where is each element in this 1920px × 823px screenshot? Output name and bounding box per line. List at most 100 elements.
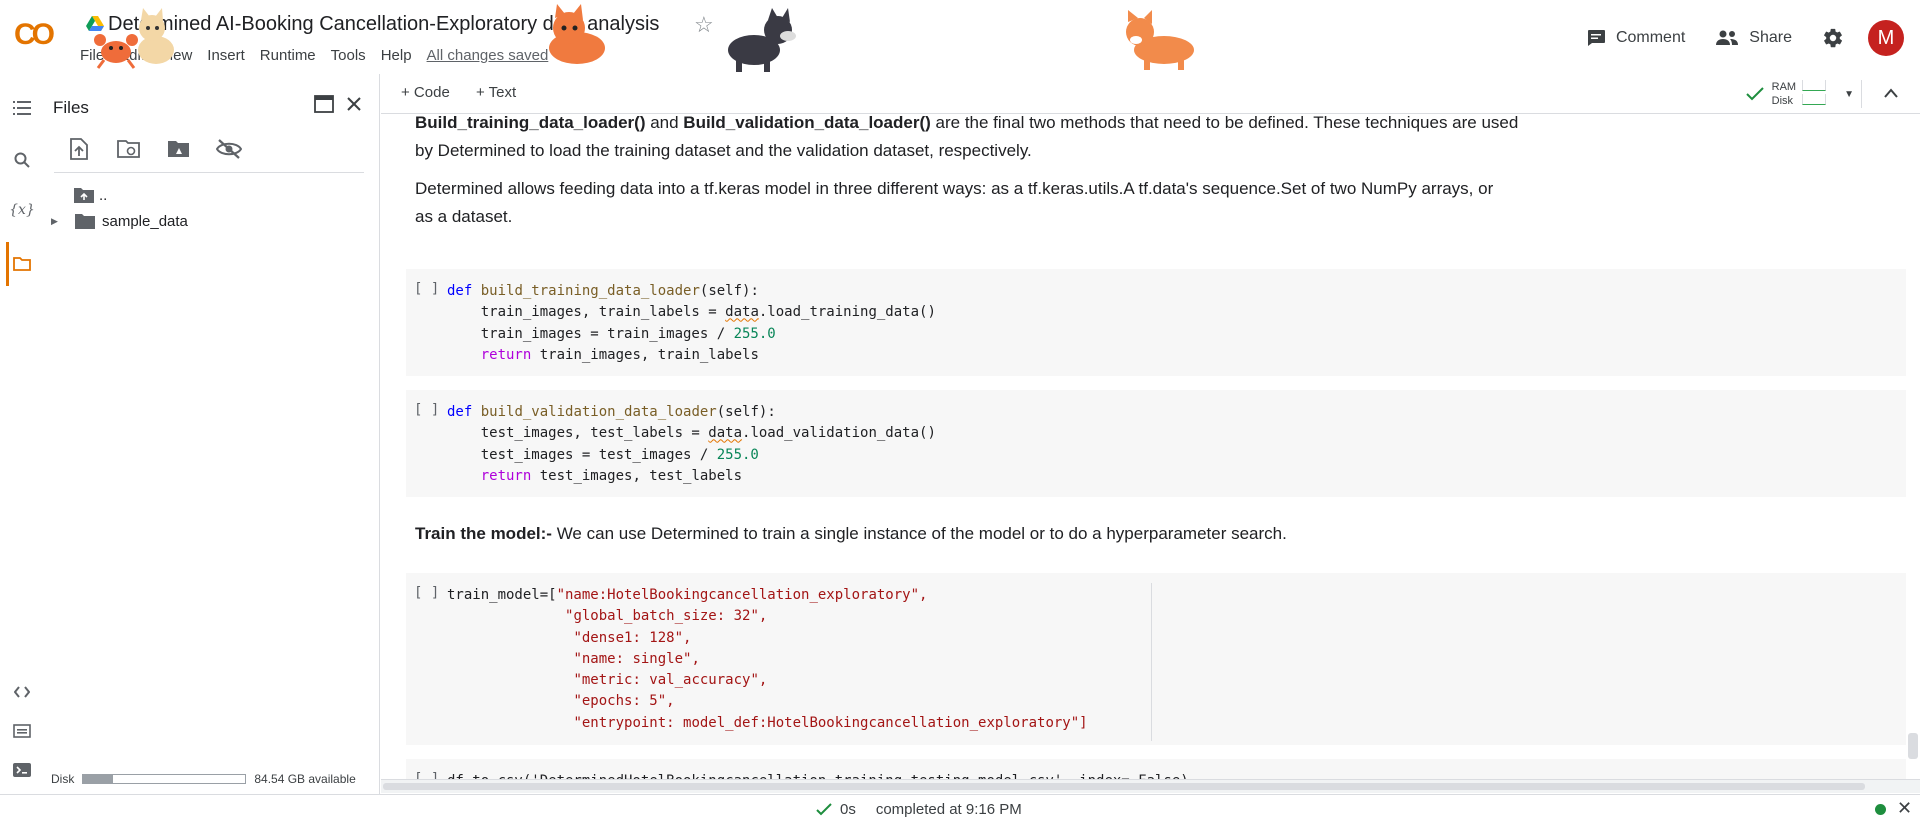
- caret-right-icon[interactable]: ▶: [51, 216, 75, 227]
- notebook-content: Build_training_data_loader() and Build_v…: [381, 115, 1906, 779]
- code-token: .load_training_data(): [758, 304, 936, 321]
- resources-indicator[interactable]: RAM Disk ▼: [1745, 80, 1854, 108]
- menu-help[interactable]: Help: [381, 47, 421, 64]
- header-actions: Comment Share M: [1586, 18, 1920, 58]
- code-token: 255.0: [716, 446, 759, 463]
- folder-up-icon: [74, 188, 94, 203]
- people-icon: [1716, 30, 1739, 45]
- text-span: are the final two methods that need to b…: [930, 115, 1519, 132]
- bold-text: Build_validation_data_loader(): [683, 115, 931, 132]
- terminal-icon[interactable]: [10, 758, 34, 782]
- command-palette-icon[interactable]: [10, 719, 34, 743]
- files-toolbar: [64, 134, 244, 164]
- tree-item-label: sample_data: [102, 212, 188, 230]
- disk-available: 84.54 GB available: [254, 772, 356, 786]
- code-token: train_images, train_labels =: [447, 304, 726, 321]
- variables-icon[interactable]: {x}: [9, 198, 35, 222]
- code-token: test_images, test_labels: [531, 467, 743, 484]
- mount-drive-icon[interactable]: [164, 134, 194, 164]
- code-token: (self):: [716, 404, 776, 420]
- execution-status[interactable]: 0s completed at 9:16 PM: [816, 801, 1022, 818]
- disk-label: Disk: [1771, 95, 1794, 107]
- upload-file-icon[interactable]: [64, 134, 94, 164]
- run-cell-button[interactable]: [ ]: [414, 281, 439, 297]
- scrollbar-thumb[interactable]: [383, 783, 1865, 790]
- disk-bar: [1802, 94, 1827, 105]
- menu-insert[interactable]: Insert: [207, 47, 254, 64]
- code-editor[interactable]: df.to_csv('DeterminedHotelBookingcancell…: [447, 771, 1189, 779]
- code-token: return: [447, 346, 532, 363]
- code-token: test_images, test_labels =: [447, 425, 709, 442]
- code-token: "name:HotelBookingcancellation_explorato…: [556, 587, 928, 603]
- refresh-folder-icon[interactable]: [114, 134, 144, 164]
- vertical-scrollbar-thumb[interactable]: [1908, 733, 1918, 759]
- share-button[interactable]: Share: [1715, 29, 1792, 47]
- disk-usage-fill: [83, 775, 113, 783]
- code-token: "epochs: 5",: [573, 693, 675, 710]
- run-cell-button[interactable]: [ ]: [414, 585, 439, 601]
- files-divider: [54, 172, 364, 173]
- cat-pet-icon: [138, 8, 174, 64]
- execution-duration: 0s: [840, 801, 856, 818]
- tree-item-sample-data[interactable]: ▶ sample_data: [51, 210, 188, 232]
- ram-bar: [1802, 80, 1827, 91]
- code-editor[interactable]: def build_training_data_loader(self): tr…: [447, 281, 936, 366]
- code-token: return: [447, 467, 532, 484]
- code-cell-validation-loader[interactable]: [ ] def build_validation_data_loader(sel…: [406, 390, 1906, 497]
- text-cell-loaders[interactable]: Build_training_data_loader() and Build_v…: [415, 115, 1906, 165]
- open-in-tab-icon[interactable]: [314, 95, 334, 113]
- code-editor[interactable]: train_model=["name:HotelBookingcancellat…: [447, 585, 1088, 734]
- text-cell-train-model[interactable]: Train the model:- We can use Determined …: [415, 520, 1906, 548]
- chevron-up-icon[interactable]: [1884, 88, 1898, 98]
- code-cell-training-loader[interactable]: [ ] def build_training_data_loader(self)…: [406, 269, 1906, 376]
- star-icon[interactable]: ☆: [694, 12, 714, 38]
- execution-completed: completed at 9:16 PM: [875, 801, 1022, 818]
- code-token: "global_batch_size: 32",: [565, 608, 768, 625]
- gear-icon[interactable]: [1822, 27, 1844, 49]
- tree-item-parent[interactable]: ..: [74, 184, 107, 206]
- search-icon[interactable]: [10, 148, 34, 172]
- disk-usage: Disk 84.54 GB available: [51, 772, 356, 786]
- code-token: build_validation_data_loader: [480, 404, 717, 420]
- add-code-button[interactable]: + Code: [401, 84, 450, 101]
- ruler-line: [1151, 583, 1152, 741]
- text-span: and: [645, 115, 684, 132]
- files-title: Files: [53, 98, 89, 117]
- hide-files-icon[interactable]: [214, 134, 244, 164]
- check-icon: [816, 802, 832, 815]
- code-cell-to-csv[interactable]: [ ] df.to_csv('DeterminedHotelBookingcan…: [406, 759, 1906, 779]
- code-token: def: [447, 404, 473, 420]
- code-token: def: [447, 283, 473, 299]
- caret-down-icon[interactable]: ▼: [1844, 89, 1854, 100]
- colab-logo[interactable]: CO: [14, 18, 55, 52]
- close-icon[interactable]: [346, 96, 362, 112]
- menu-tools[interactable]: Tools: [331, 47, 375, 64]
- code-editor[interactable]: def build_validation_data_loader(self): …: [447, 402, 936, 487]
- header: CO Determined AI-Booking Cancellation-Ex…: [0, 0, 1920, 74]
- active-indicator: [6, 242, 9, 286]
- avatar[interactable]: M: [1868, 20, 1904, 56]
- code-token: train_images, train_labels: [531, 346, 759, 363]
- horizontal-scrollbar[interactable]: [381, 779, 1920, 793]
- status-bar: 0s completed at 9:16 PM ✕: [0, 794, 1920, 823]
- run-cell-button[interactable]: [ ]: [414, 771, 439, 779]
- code-token: 255.0: [733, 325, 776, 342]
- comment-icon: [1587, 30, 1605, 46]
- comment-label: Comment: [1615, 29, 1686, 46]
- code-token: test_images = test_images /: [447, 446, 717, 463]
- add-text-button[interactable]: + Text: [476, 84, 516, 101]
- notebook-toolbar: + Code + Text RAM Disk ▼: [381, 74, 1920, 114]
- folder-icon[interactable]: [10, 252, 34, 276]
- ram-label: RAM: [1771, 81, 1797, 93]
- menu-runtime[interactable]: Runtime: [260, 47, 325, 64]
- code-cell-train-model[interactable]: [ ] train_model=["name:HotelBookingcance…: [406, 573, 1906, 745]
- run-cell-button[interactable]: [ ]: [414, 402, 439, 418]
- corgi-pet-icon: [1126, 10, 1194, 70]
- text-line: by Determined to load the training datas…: [415, 141, 1032, 160]
- toc-icon[interactable]: [10, 96, 34, 120]
- comment-button[interactable]: Comment: [1586, 29, 1685, 47]
- code-token: "metric: val_accuracy",: [573, 672, 768, 689]
- text-cell-feeding[interactable]: Determined allows feeding data into a tf…: [415, 175, 1906, 231]
- code-snippets-icon[interactable]: [10, 680, 34, 704]
- close-icon[interactable]: ✕: [1897, 798, 1912, 819]
